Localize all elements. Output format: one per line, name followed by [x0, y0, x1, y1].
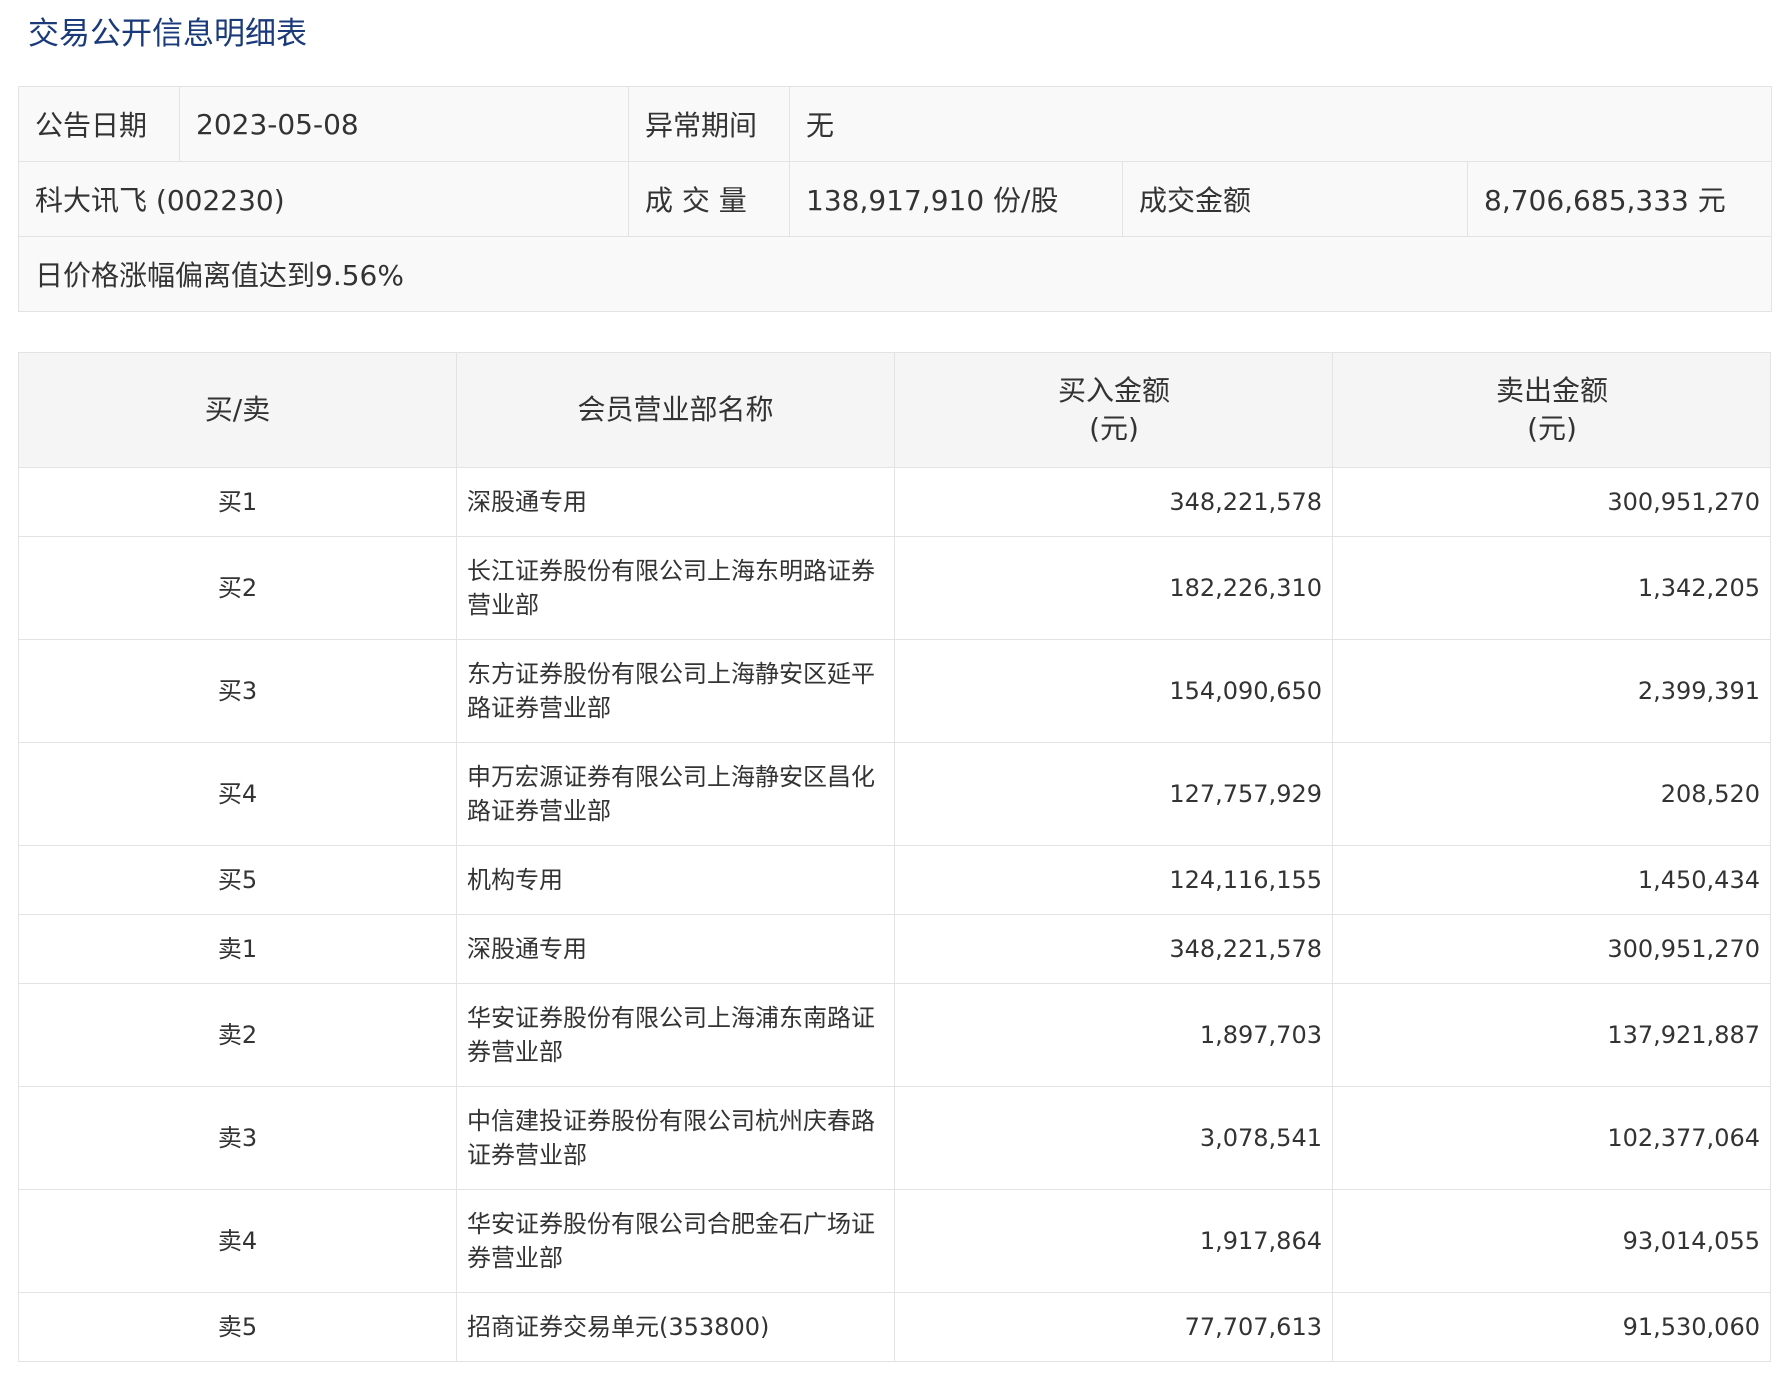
amount-value: 8,706,685,333 元	[1484, 184, 1726, 217]
row-sell: 1,450,434	[1332, 845, 1771, 915]
row-side: 买4	[18, 742, 457, 846]
row-name: 深股通专用	[456, 467, 895, 537]
summary-row-stock: 科大讯飞 (002230) 成 交 量 138,917,910 份/股 成交金额…	[19, 162, 1771, 237]
row-sell: 2,399,391	[1332, 639, 1771, 743]
row-name: 长江证券股份有限公司上海东明路证券营业部	[456, 536, 895, 640]
row-name: 深股通专用	[456, 914, 895, 984]
row-side: 卖3	[18, 1086, 457, 1190]
row-buy: 1,897,703	[894, 983, 1333, 1087]
table-row: 买4 申万宏源证券有限公司上海静安区昌化路证券营业部 127,757,929 2…	[18, 742, 1771, 846]
row-sell: 300,951,270	[1332, 467, 1771, 537]
abnormal-period-label: 异常期间	[629, 87, 790, 161]
row-sell: 300,951,270	[1332, 914, 1771, 984]
reason-text: 日价格涨幅偏离值达到9.56%	[35, 259, 404, 292]
abnormal-period-value: 无	[806, 109, 835, 142]
row-name: 招商证券交易单元(353800)	[456, 1292, 895, 1362]
row-side: 买1	[18, 467, 457, 537]
table-row: 卖5 招商证券交易单元(353800) 77,707,613 91,530,06…	[18, 1292, 1771, 1362]
row-name: 中信建投证券股份有限公司杭州庆春路证券营业部	[456, 1086, 895, 1190]
row-side: 卖4	[18, 1189, 457, 1293]
table-row: 买1 深股通专用 348,221,578 300,951,270	[18, 467, 1771, 537]
summary-table: 公告日期 2023-05-08 异常期间 无 科大讯飞 (002230) 成 交…	[18, 86, 1772, 312]
table-row: 买2 长江证券股份有限公司上海东明路证券营业部 182,226,310 1,34…	[18, 536, 1771, 640]
table-row: 卖3 中信建投证券股份有限公司杭州庆春路证券营业部 3,078,541 102,…	[18, 1086, 1771, 1190]
header-sell: 卖出金额 (元)	[1332, 352, 1771, 468]
row-buy: 1,917,864	[894, 1189, 1333, 1293]
row-buy: 124,116,155	[894, 845, 1333, 915]
row-side: 买2	[18, 536, 457, 640]
row-side: 卖2	[18, 983, 457, 1087]
table-row: 买3 东方证券股份有限公司上海静安区延平路证券营业部 154,090,650 2…	[18, 639, 1771, 743]
announce-date-value: 2023-05-08	[180, 87, 629, 161]
volume-label: 成 交 量	[629, 162, 790, 236]
row-sell: 137,921,887	[1332, 983, 1771, 1087]
summary-row-date: 公告日期 2023-05-08 异常期间 无	[19, 87, 1771, 162]
row-side: 买3	[18, 639, 457, 743]
row-sell: 208,520	[1332, 742, 1771, 846]
row-buy: 3,078,541	[894, 1086, 1333, 1190]
stock-name: 科大讯飞 (002230)	[19, 162, 629, 236]
header-name: 会员营业部名称	[456, 352, 895, 468]
row-sell: 1,342,205	[1332, 536, 1771, 640]
row-name: 申万宏源证券有限公司上海静安区昌化路证券营业部	[456, 742, 895, 846]
volume-value: 138,917,910 份/股	[790, 162, 1123, 236]
row-buy: 348,221,578	[894, 467, 1333, 537]
row-buy: 348,221,578	[894, 914, 1333, 984]
row-name: 东方证券股份有限公司上海静安区延平路证券营业部	[456, 639, 895, 743]
header-buy: 买入金额 (元)	[894, 352, 1333, 468]
header-buy-line2: (元)	[1089, 412, 1139, 445]
row-sell: 102,377,064	[1332, 1086, 1771, 1190]
header-sell-line1: 卖出金额	[1495, 374, 1608, 407]
table-row: 卖2 华安证券股份有限公司上海浦东南路证券营业部 1,897,703 137,9…	[18, 983, 1771, 1087]
row-side: 买5	[18, 845, 457, 915]
row-buy: 127,757,929	[894, 742, 1333, 846]
table-row: 买5 机构专用 124,116,155 1,450,434	[18, 845, 1771, 915]
row-side: 卖5	[18, 1292, 457, 1362]
announce-date-label: 公告日期	[19, 87, 180, 161]
summary-row-reason: 日价格涨幅偏离值达到9.56%	[19, 237, 1771, 311]
header-buy-line1: 买入金额	[1057, 374, 1170, 407]
amount-label: 成交金额	[1123, 162, 1468, 236]
row-name: 华安证券股份有限公司合肥金石广场证券营业部	[456, 1189, 895, 1293]
row-buy: 77,707,613	[894, 1292, 1333, 1362]
row-buy: 154,090,650	[894, 639, 1333, 743]
row-sell: 93,014,055	[1332, 1189, 1771, 1293]
page-title: 交易公开信息明细表	[28, 16, 307, 52]
table-row: 卖1 深股通专用 348,221,578 300,951,270	[18, 914, 1771, 984]
row-sell: 91,530,060	[1332, 1292, 1771, 1362]
header-side: 买/卖	[18, 352, 457, 468]
table-header-row: 买/卖 会员营业部名称 买入金额 (元) 卖出金额 (元)	[18, 352, 1771, 468]
table-row: 卖4 华安证券股份有限公司合肥金石广场证券营业部 1,917,864 93,01…	[18, 1189, 1771, 1293]
row-name: 机构专用	[456, 845, 895, 915]
row-name: 华安证券股份有限公司上海浦东南路证券营业部	[456, 983, 895, 1087]
header-sell-line2: (元)	[1527, 412, 1577, 445]
row-buy: 182,226,310	[894, 536, 1333, 640]
row-side: 卖1	[18, 914, 457, 984]
trading-detail-table: 买/卖 会员营业部名称 买入金额 (元) 卖出金额 (元) 买1 深股通专用 3…	[18, 352, 1771, 1362]
